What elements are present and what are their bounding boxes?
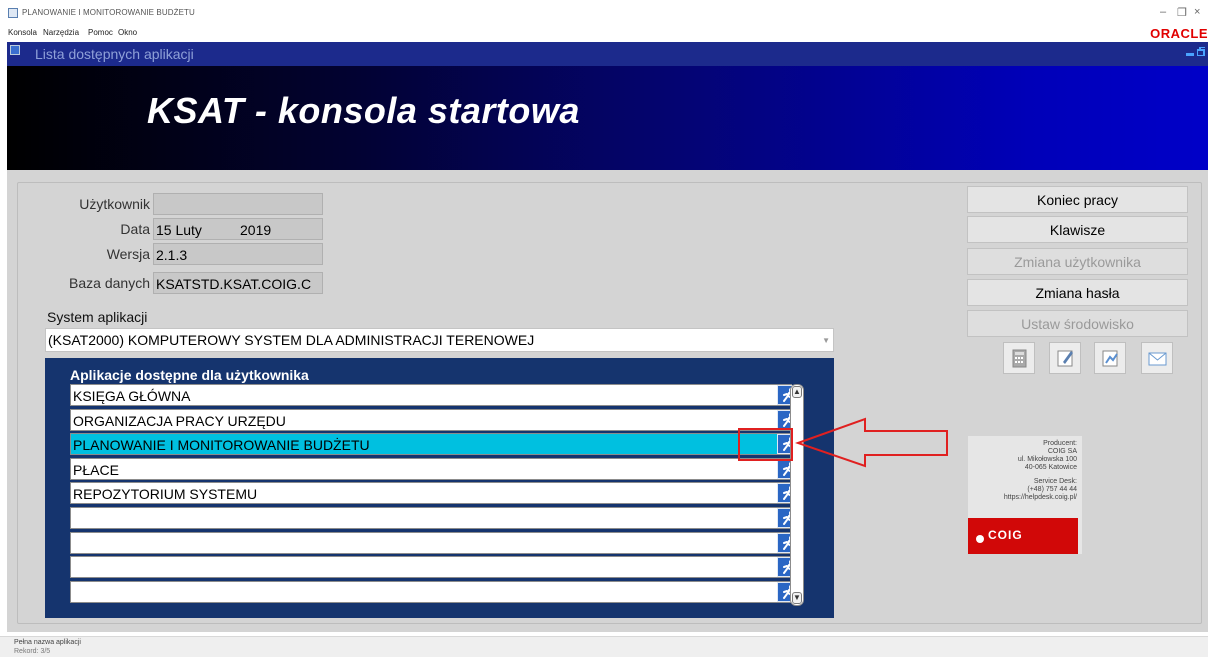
app-row[interactable] xyxy=(70,507,801,529)
app-row-label: REPOZYTORIUM SYSTEMU xyxy=(73,486,258,503)
annotation-arrow-icon xyxy=(795,417,948,468)
chart-button[interactable] xyxy=(1094,342,1126,374)
scroll-up-icon[interactable]: ▲ xyxy=(792,386,802,398)
notepad-button[interactable] xyxy=(1049,342,1081,374)
app-row[interactable]: PŁACE xyxy=(70,457,801,480)
coig-logo: COIG xyxy=(968,518,1078,554)
minimize-button[interactable]: – xyxy=(1160,6,1166,18)
producer-box: Producent: COIG SA ul. Mikołowska 100 40… xyxy=(968,436,1082,554)
set-environment-button[interactable]: Ustaw środowisko xyxy=(967,310,1188,337)
version-label: Wersja xyxy=(106,246,150,262)
app-row[interactable]: KSIĘGA GŁÓWNA xyxy=(70,384,801,406)
inner-window-title: Lista dostępnych aplikacji xyxy=(35,46,194,62)
producer-line: 40-065 Katowice xyxy=(1024,464,1077,471)
status-bar: Pełna nazwa aplikacji Rekord: 3/5 xyxy=(0,636,1208,657)
date-label: Data xyxy=(120,221,150,237)
menu-pomoc[interactable]: Pomoc xyxy=(88,28,113,37)
user-field xyxy=(153,193,323,215)
window-title: PLANOWANIE I MONITOROWANIE BUDŻETU xyxy=(22,8,195,17)
user-label: Użytkownik xyxy=(79,196,150,212)
producer-line: COIG SA xyxy=(1047,448,1077,455)
version-field: 2.1.3 xyxy=(153,243,323,265)
apps-panel-title: Aplikacje dostępne dla użytkownika xyxy=(70,367,309,383)
annotation-highlight-box xyxy=(738,428,793,461)
coig-dot-icon xyxy=(976,535,984,543)
inner-minimize-icon[interactable] xyxy=(1186,47,1194,56)
producer-line: Service Desk: xyxy=(1033,478,1077,485)
forms-icon xyxy=(10,45,20,55)
window-titlebar: PLANOWANIE I MONITOROWANIE BUDŻETU – ❐ × xyxy=(0,0,1208,24)
banner: KSAT - konsola startowa xyxy=(7,66,1208,170)
status-text: Pełna nazwa aplikacji xyxy=(14,639,81,646)
inner-window-titlebar: Lista dostępnych aplikacji xyxy=(7,42,1208,66)
app-row-label: PŁACE xyxy=(73,461,119,478)
app-row[interactable] xyxy=(70,531,801,554)
system-select-value: (KSAT2000) KOMPUTEROWY SYSTEM DLA ADMINI… xyxy=(48,332,535,348)
producer-line: Producent: xyxy=(1043,440,1077,447)
coig-logo-text: COIG xyxy=(988,528,1023,542)
system-select[interactable]: (KSAT2000) KOMPUTEROWY SYSTEM DLA ADMINI… xyxy=(45,328,834,352)
oracle-logo: ORACLE xyxy=(1150,26,1208,41)
producer-line: ul. Mikołowska 100 xyxy=(1017,456,1077,463)
app-row-label: KSIĘGA GŁÓWNA xyxy=(73,388,191,404)
end-work-button[interactable]: Koniec pracy xyxy=(967,186,1188,213)
chevron-down-icon[interactable]: ▼ xyxy=(822,336,830,345)
producer-line: (+48) 757 44 44 xyxy=(1027,486,1077,493)
app-row[interactable]: ORGANIZACJA PRACY URZĘDU xyxy=(70,408,801,431)
app-row[interactable] xyxy=(70,580,801,603)
menu-narzedzia[interactable]: Narzędzia xyxy=(43,28,79,37)
app-row[interactable] xyxy=(70,556,801,579)
maximize-button[interactable]: ❐ xyxy=(1177,6,1187,19)
menu-konsola[interactable]: Konsola xyxy=(8,28,37,37)
app-row[interactable]: REPOZYTORIUM SYSTEMU xyxy=(70,482,801,505)
app-row-label: ORGANIZACJA PRACY URZĘDU xyxy=(73,412,286,429)
change-user-button[interactable]: Zmiana użytkownika xyxy=(967,248,1188,275)
app-row[interactable]: PLANOWANIE I MONITOROWANIE BUDŻETU xyxy=(70,433,801,456)
producer-line: https://helpdesk.coig.pl/ xyxy=(1003,494,1077,501)
close-button[interactable]: × xyxy=(1194,6,1200,18)
date-day: 15 Luty xyxy=(156,222,202,238)
inner-restore-icon[interactable] xyxy=(1197,47,1205,56)
mail-icon xyxy=(1148,352,1167,366)
change-password-button[interactable]: Zmiana hasła xyxy=(967,279,1188,306)
date-year: 2019 xyxy=(240,222,272,238)
database-label: Baza danych xyxy=(69,275,150,291)
scroll-down-icon[interactable]: ▼ xyxy=(792,592,802,604)
calculator-icon xyxy=(1012,349,1027,368)
chart-icon xyxy=(1102,350,1118,367)
status-record: Rekord: 3/5 xyxy=(14,648,51,655)
date-field: 15 Luty 2019 xyxy=(153,218,323,240)
app-icon xyxy=(8,8,18,18)
app-row-label: PLANOWANIE I MONITOROWANIE BUDŻETU xyxy=(73,437,370,454)
menu-bar: Konsola Narzędzia Pomoc Okno xyxy=(0,24,1208,40)
database-field: KSATSTD.KSAT.COIG.C xyxy=(153,272,323,294)
keys-button[interactable]: Klawisze xyxy=(967,216,1188,243)
apps-panel: Aplikacje dostępne dla użytkownika KSIĘG… xyxy=(45,358,834,618)
mail-button[interactable] xyxy=(1141,342,1173,374)
banner-title: KSAT - konsola startowa xyxy=(147,90,580,131)
system-label: System aplikacji xyxy=(47,309,148,325)
menu-okno[interactable]: Okno xyxy=(118,28,137,37)
notepad-icon xyxy=(1057,350,1073,367)
calculator-button[interactable] xyxy=(1003,342,1035,374)
